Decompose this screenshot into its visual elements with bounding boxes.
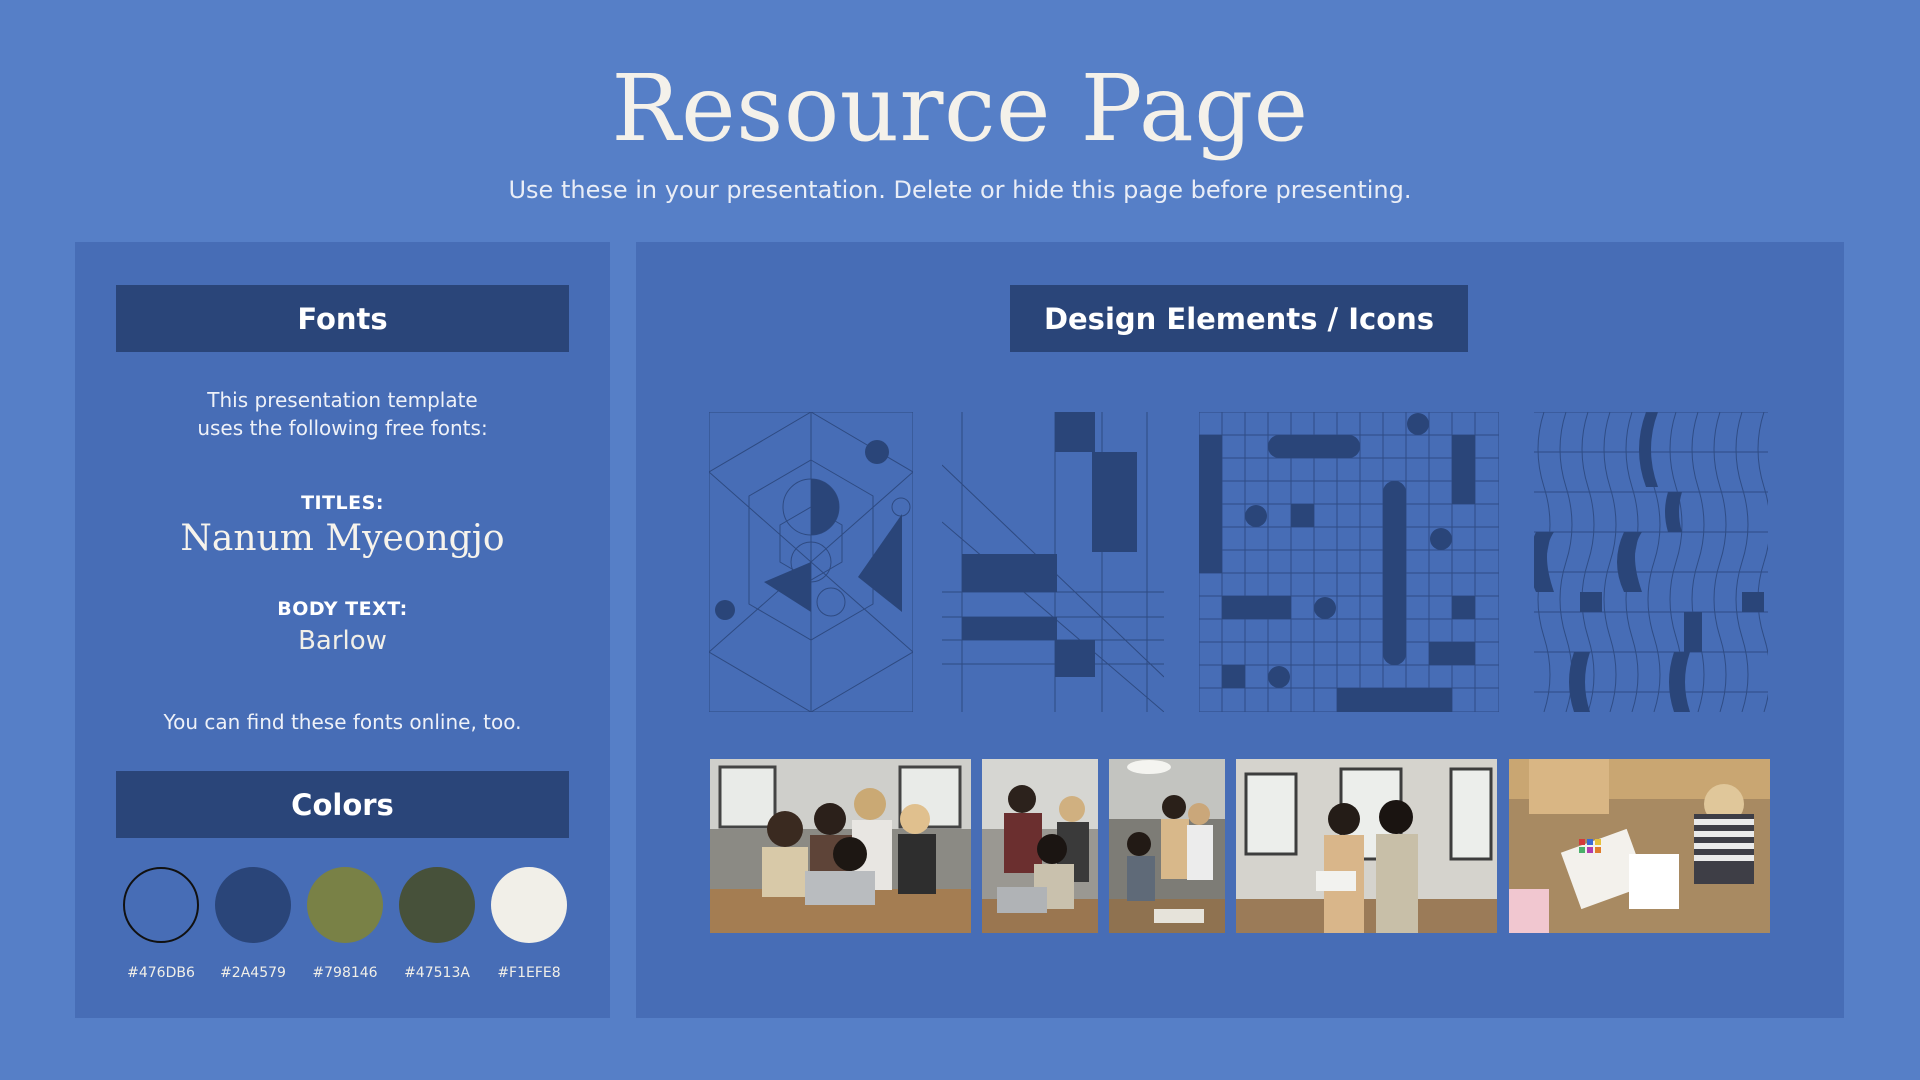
titles-font-name: Nanum Myeongjo (180, 518, 505, 559)
design-elements-header: Design Elements / Icons (1010, 285, 1468, 352)
grid-block-pattern (942, 412, 1164, 712)
office-meeting-photo (1109, 759, 1225, 933)
titles-label: TITLES: (301, 492, 384, 514)
color-swatch-label: #F1EFE8 (497, 965, 561, 981)
team-laptop-photo (710, 759, 971, 933)
body-font-name: Barlow (298, 626, 387, 656)
fonts-online-note: You can find these fonts online, too. (163, 710, 522, 734)
body-text-label: BODY TEXT: (277, 598, 408, 620)
color-swatch (123, 867, 199, 943)
color-swatch (307, 867, 383, 943)
wave-lines-pattern (1534, 412, 1768, 712)
two-colleagues-photo (1236, 759, 1497, 933)
page-subtitle: Use these in your presentation. Delete o… (508, 176, 1412, 204)
fonts-intro-line2: uses the following free fonts: (197, 416, 488, 440)
team-group-photo (982, 759, 1098, 933)
design-elements-panel: Design Elements / Icons (636, 242, 1844, 1018)
color-swatch-label: #2A4579 (220, 965, 286, 981)
fonts-colors-panel: Fonts This presentation template uses th… (75, 242, 610, 1018)
color-swatch (491, 867, 567, 943)
fonts-intro: This presentation template uses the foll… (75, 386, 610, 442)
design-elements-header-label: Design Elements / Icons (1043, 301, 1435, 336)
color-swatch-label: #476DB6 (127, 965, 195, 981)
fonts-intro-line1: This presentation template (207, 388, 478, 412)
hexagon-geometric-pattern (709, 412, 913, 712)
fonts-header-label: Fonts (297, 301, 388, 336)
design-swatches-photo (1509, 759, 1770, 933)
colors-header-label: Colors (291, 787, 394, 822)
color-swatch-label: #798146 (312, 965, 378, 981)
colors-header: Colors (116, 771, 569, 838)
color-swatches: #476DB6 #2A4579 #798146 #47513A #F1EFE8 (123, 867, 573, 987)
color-swatch (399, 867, 475, 943)
grid-dots-pattern (1199, 412, 1499, 712)
page-title: Resource Page (611, 55, 1309, 162)
fonts-header: Fonts (116, 285, 569, 352)
color-swatch (215, 867, 291, 943)
color-swatch-label: #47513A (404, 965, 470, 981)
